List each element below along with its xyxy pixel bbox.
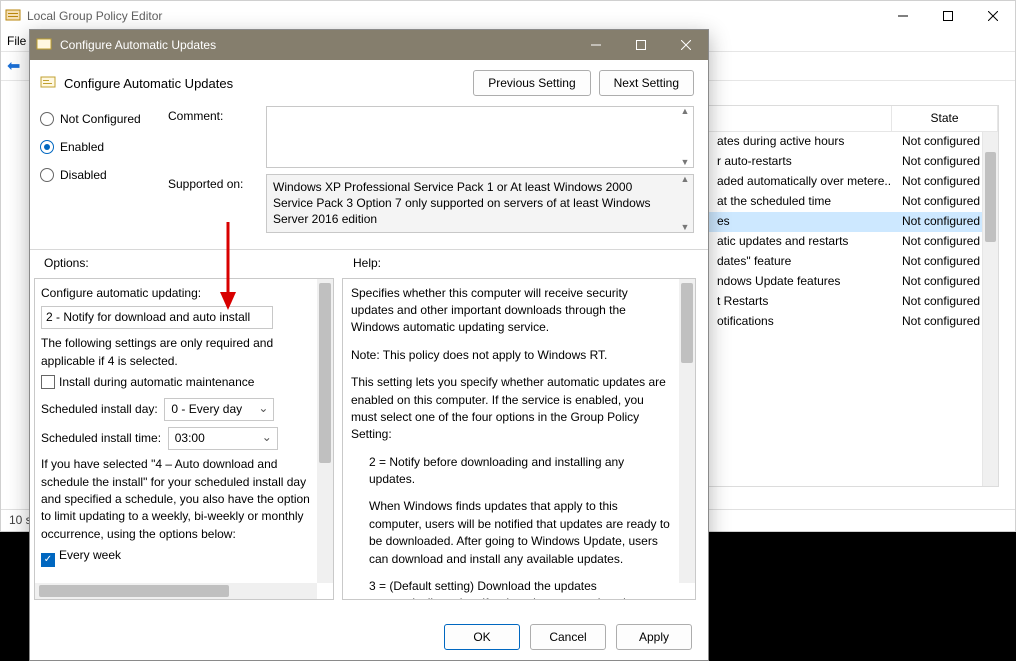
- dialog-minimize-button[interactable]: [573, 31, 618, 59]
- help-pane: Specifies whether this computer will rec…: [342, 278, 696, 600]
- app-icon: [5, 8, 21, 24]
- main-title-text: Local Group Policy Editor: [27, 9, 880, 23]
- main-close-button[interactable]: [970, 2, 1015, 30]
- separator: [30, 249, 708, 250]
- help-text: 3 = (Default setting) Download the updat…: [351, 578, 670, 599]
- maintenance-checkbox-label: Install during automatic maintenance: [59, 375, 254, 389]
- install-day-label: Scheduled install day:: [41, 402, 158, 416]
- comment-label: Comment:: [168, 106, 266, 168]
- help-vscrollbar[interactable]: [679, 279, 695, 583]
- col-header-state[interactable]: State: [892, 106, 998, 131]
- install-time-dropdown[interactable]: 03:00: [168, 427, 278, 450]
- policy-title: Configure Automatic Updates: [64, 76, 465, 91]
- back-icon[interactable]: ⬅: [7, 56, 20, 76]
- install-day-dropdown[interactable]: 0 - Every day: [164, 398, 274, 421]
- grid-vscrollbar[interactable]: [982, 132, 998, 486]
- dialog-close-button[interactable]: [663, 31, 708, 59]
- radio-enabled[interactable]: Enabled: [40, 140, 168, 154]
- ok-button[interactable]: OK: [444, 624, 520, 650]
- radio-not-configured[interactable]: Not Configured: [40, 112, 168, 126]
- cancel-button[interactable]: Cancel: [530, 624, 606, 650]
- dialog-maximize-button[interactable]: [618, 31, 663, 59]
- supported-on-value: Windows XP Professional Service Pack 1 o…: [273, 180, 651, 226]
- help-text: Note: This policy does not apply to Wind…: [351, 347, 670, 364]
- supported-on-text: Windows XP Professional Service Pack 1 o…: [266, 174, 694, 233]
- configure-updating-label: Configure automatic updating:: [41, 285, 310, 302]
- apply-button[interactable]: Apply: [616, 624, 692, 650]
- radio-indicator: [40, 112, 54, 126]
- options-heading: Options:: [44, 256, 353, 270]
- every-week-label: Every week: [59, 548, 121, 562]
- radio-indicator: [40, 140, 54, 154]
- radio-label: Enabled: [60, 140, 104, 154]
- help-text: 2 = Notify before downloading and instal…: [351, 454, 670, 489]
- scroll-thumb[interactable]: [681, 283, 693, 363]
- main-minimize-button[interactable]: [880, 2, 925, 30]
- dialog-title-text: Configure Automatic Updates: [60, 38, 573, 52]
- radio-disabled[interactable]: Disabled: [40, 168, 168, 182]
- maintenance-checkbox[interactable]: [41, 375, 55, 389]
- textarea-scroll[interactable]: ▲▼: [677, 107, 693, 167]
- next-setting-button[interactable]: Next Setting: [599, 70, 694, 96]
- options-pane: Configure automatic updating: 2 - Notify…: [34, 278, 334, 600]
- scroll-thumb[interactable]: [319, 283, 331, 463]
- scroll-thumb[interactable]: [985, 152, 996, 242]
- state-radio-group: Not Configured Enabled Disabled: [40, 106, 168, 239]
- main-titlebar: Local Group Policy Editor: [1, 1, 1015, 31]
- configure-updating-dropdown[interactable]: 2 - Notify for download and auto install: [41, 306, 273, 329]
- radio-label: Not Configured: [60, 112, 141, 126]
- menu-file[interactable]: File: [7, 34, 26, 48]
- textarea-scroll[interactable]: ▲▼: [677, 175, 693, 232]
- help-text: Specifies whether this computer will rec…: [351, 285, 670, 337]
- help-text: When Windows finds updates that apply to…: [351, 498, 670, 568]
- every-week-checkbox[interactable]: [41, 553, 55, 567]
- options-vscrollbar[interactable]: [317, 279, 333, 583]
- install-time-label: Scheduled install time:: [41, 431, 161, 445]
- policy-icon: [40, 75, 56, 91]
- radio-indicator: [40, 168, 54, 182]
- dialog-footer: OK Cancel Apply: [30, 614, 708, 660]
- main-maximize-button[interactable]: [925, 2, 970, 30]
- supported-on-label: Supported on:: [168, 174, 266, 233]
- configure-updates-dialog: Configure Automatic Updates Configure Au…: [29, 29, 709, 661]
- options-note-2: If you have selected "4 – Auto download …: [41, 456, 310, 543]
- options-hscrollbar[interactable]: [35, 583, 317, 599]
- help-text: This setting lets you specify whether au…: [351, 374, 670, 444]
- radio-label: Disabled: [60, 168, 107, 182]
- help-heading: Help:: [353, 256, 381, 270]
- options-note: The following settings are only required…: [41, 335, 310, 370]
- comment-textarea[interactable]: ▲▼: [266, 106, 694, 168]
- scroll-thumb[interactable]: [39, 585, 229, 597]
- previous-setting-button[interactable]: Previous Setting: [473, 70, 590, 96]
- dialog-icon: [36, 37, 52, 53]
- dialog-titlebar[interactable]: Configure Automatic Updates: [30, 30, 708, 60]
